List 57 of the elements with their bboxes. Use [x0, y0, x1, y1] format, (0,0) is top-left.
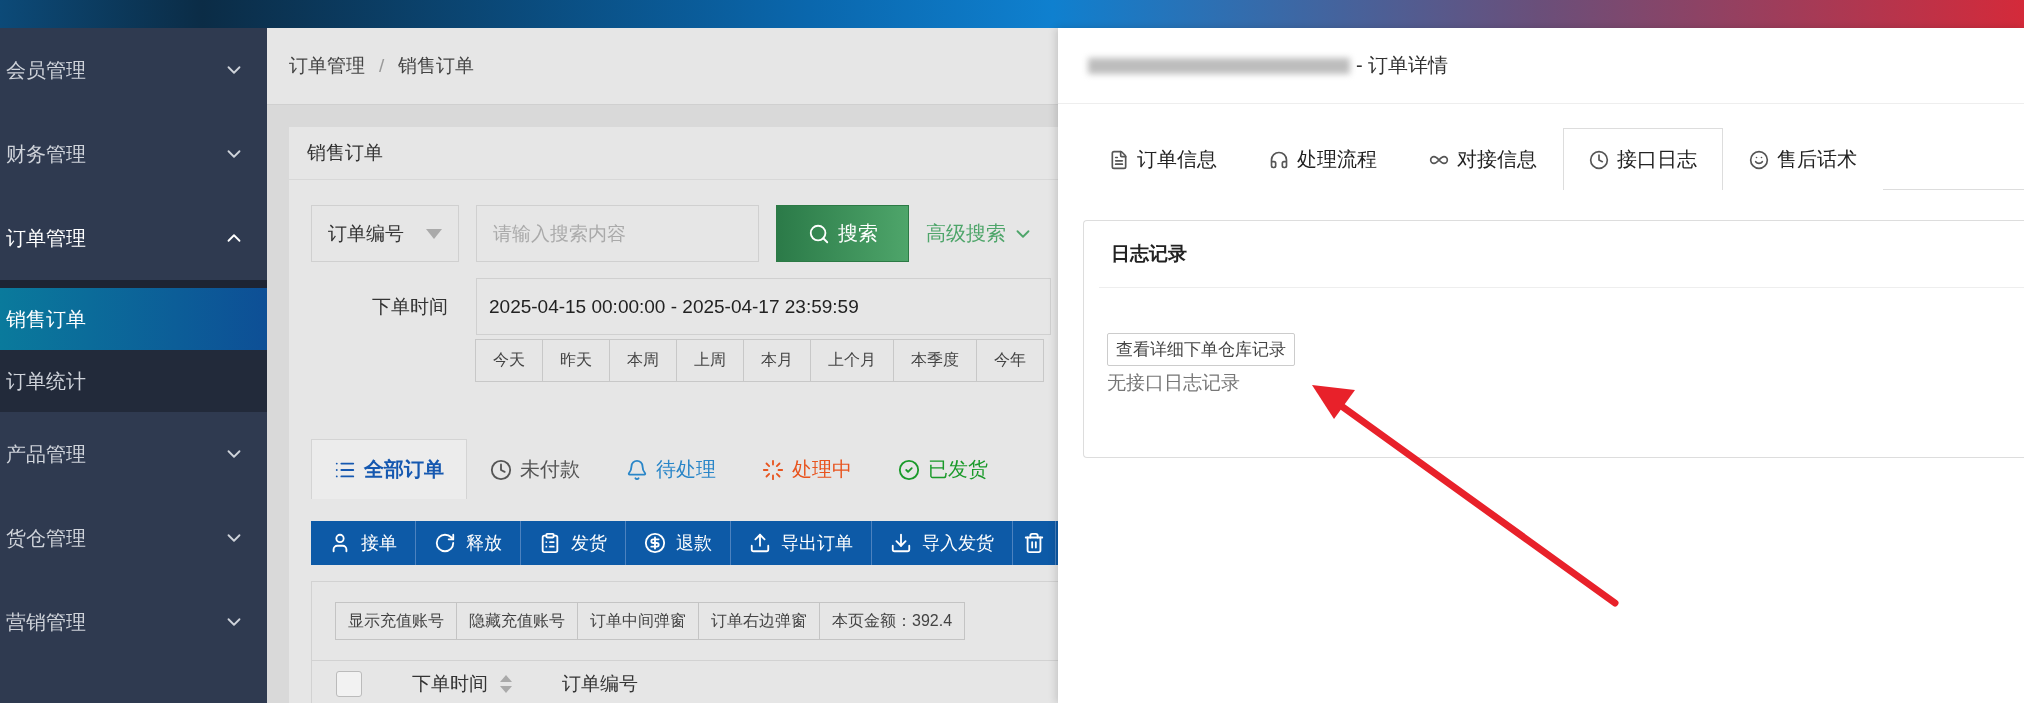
sidebar-item[interactable]: 产品管理: [0, 412, 267, 496]
card-title: 销售订单: [307, 141, 383, 165]
view-records-button[interactable]: 查看详细下单仓库记录: [1107, 333, 1295, 366]
sort-icon: [500, 675, 512, 693]
breadcrumb-item[interactable]: 销售订单: [398, 53, 475, 79]
sidebar-item[interactable]: 订单管理: [0, 196, 267, 280]
option-button[interactable]: 显示充值账号: [335, 602, 457, 640]
option-button[interactable]: 本页金额：392.4: [819, 602, 966, 640]
date-preset-button[interactable]: 本月: [743, 339, 811, 382]
search-input[interactable]: 请输入搜索内容: [476, 205, 759, 262]
bell-icon: [626, 458, 648, 481]
search-button[interactable]: 搜索: [776, 205, 909, 262]
download-icon: [890, 532, 912, 554]
caret-icon: [426, 228, 442, 239]
status-tab[interactable]: 未付款: [467, 439, 603, 499]
smile-icon: [1749, 149, 1769, 170]
select-all-checkbox[interactable]: [336, 671, 362, 697]
column-header[interactable]: 订单编号: [562, 671, 638, 697]
sidebar-item[interactable]: 财务管理: [0, 112, 267, 196]
panel-title: - 订单详情: [1356, 53, 1449, 78]
date-preset-button[interactable]: 昨天: [542, 339, 610, 382]
option-button[interactable]: 订单右边弹窗: [698, 602, 820, 640]
sidebar-item[interactable]: 会员管理: [0, 28, 267, 112]
refresh-icon: [434, 532, 456, 554]
column-header[interactable]: 下单时间: [412, 671, 488, 697]
field-label: 下单时间: [371, 295, 449, 319]
currency-icon: [644, 532, 666, 554]
loading-icon: [762, 458, 784, 481]
date-preset-button[interactable]: 本周: [609, 339, 677, 382]
search-icon: [807, 222, 830, 245]
sidebar-subitem[interactable]: 销售订单: [0, 288, 267, 350]
document-icon: [1109, 149, 1129, 170]
date-range-field[interactable]: 2025-04-15 00:00:00 - 2025-04-17 23:59:59: [476, 278, 1051, 335]
status-tab[interactable]: 全部订单: [311, 439, 467, 499]
trash-icon: [1023, 532, 1045, 554]
card-title: 日志记录: [1111, 242, 1187, 266]
check-circle-icon: [898, 458, 920, 481]
breadcrumb-item[interactable]: 订单管理: [289, 53, 365, 79]
date-preset-button[interactable]: 上周: [676, 339, 744, 382]
sidebar-item[interactable]: 货仓管理: [0, 496, 267, 580]
upload-icon: [749, 532, 771, 554]
date-preset-button[interactable]: 本季度: [893, 339, 977, 382]
date-preset-button[interactable]: 今年: [976, 339, 1044, 382]
clock-icon: [1589, 149, 1609, 170]
date-preset-button[interactable]: 上个月: [810, 339, 894, 382]
breadcrumb-separator: /: [379, 55, 385, 77]
headset-icon: [1269, 149, 1289, 170]
empty-message: 无接口日志记录: [1107, 371, 1240, 395]
clipboard-icon: [539, 532, 561, 554]
date-preset-button[interactable]: 今天: [475, 339, 543, 382]
option-button[interactable]: 订单中间弹窗: [577, 602, 699, 640]
sidebar-item[interactable]: 营销管理: [0, 580, 267, 664]
option-button[interactable]: 隐藏充值账号: [456, 602, 578, 640]
sidebar-subitem[interactable]: 订单统计: [0, 350, 267, 412]
detail-tab[interactable]: 接口日志: [1563, 128, 1723, 190]
clock-icon: [490, 458, 512, 481]
search-field-select[interactable]: 订单编号: [311, 205, 459, 262]
